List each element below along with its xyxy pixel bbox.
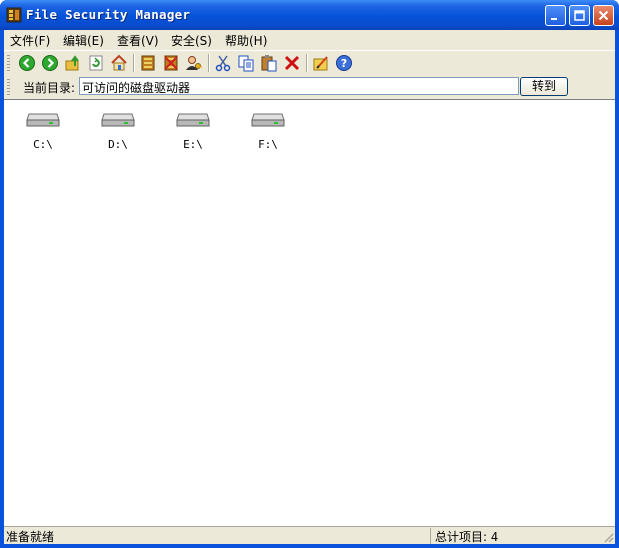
menu-security[interactable]: 安全(S): [171, 32, 212, 49]
cut-icon[interactable]: [214, 54, 232, 72]
drive-label: F:\: [258, 138, 278, 151]
minimize-icon: [551, 18, 557, 20]
forward-icon[interactable]: [41, 54, 59, 72]
drive-item[interactable]: F:\: [243, 108, 293, 158]
item-count-label: 总计项目:: [435, 530, 488, 544]
status-text: 准备就绪: [6, 530, 55, 544]
paste-icon[interactable]: [260, 54, 278, 72]
goto-button[interactable]: 转到: [520, 77, 568, 96]
drive-label: E:\: [183, 138, 203, 151]
refresh-icon[interactable]: [87, 54, 105, 72]
close-icon: [598, 10, 609, 21]
menu-help[interactable]: 帮助(H): [225, 32, 267, 49]
decrypt-icon[interactable]: [162, 54, 180, 72]
address-input[interactable]: 可访问的磁盘驱动器: [79, 77, 519, 95]
menu-view[interactable]: 查看(V): [117, 32, 159, 49]
properties-icon[interactable]: [312, 54, 330, 72]
svg-text:?: ?: [341, 57, 347, 70]
address-grip[interactable]: [7, 79, 10, 95]
hard-drive-icon: [176, 113, 210, 127]
toolbar-grip[interactable]: [7, 55, 10, 71]
drive-label: D:\: [108, 138, 128, 151]
maximize-button[interactable]: [569, 5, 590, 26]
drive-label: C:\: [33, 138, 53, 151]
user-key-icon[interactable]: [185, 54, 203, 72]
hard-drive-icon: [26, 113, 60, 127]
item-count: 总计项目: 4: [430, 528, 498, 544]
status-bar: 准备就绪 总计项目: 4: [4, 526, 615, 544]
menu-edit[interactable]: 编辑(E): [63, 32, 104, 49]
app-window: File Security Manager 文件(F) 编辑(E) 查看(V) …: [0, 0, 619, 548]
back-icon[interactable]: [18, 54, 36, 72]
address-label: 当前目录:: [23, 81, 76, 95]
hard-drive-icon: [101, 113, 135, 127]
home-icon[interactable]: [110, 54, 128, 72]
drive-list: C:\ D:\ E:\ F:\: [4, 99, 615, 526]
toolbar-separator: [133, 54, 135, 72]
toolbar: ?: [4, 50, 615, 74]
encrypt-icon[interactable]: [139, 54, 157, 72]
client-area: 文件(F) 编辑(E) 查看(V) 安全(S) 帮助(H) ? 当前目录: 可访…: [4, 30, 615, 544]
delete-icon[interactable]: [283, 54, 301, 72]
drive-item[interactable]: C:\: [18, 108, 68, 158]
close-button[interactable]: [593, 5, 614, 26]
address-bar: 当前目录: 可访问的磁盘驱动器 转到: [4, 75, 615, 99]
help-icon[interactable]: ?: [335, 54, 353, 72]
app-film-icon: [6, 7, 22, 23]
window-title: File Security Manager: [26, 7, 191, 22]
title-bar[interactable]: File Security Manager: [0, 0, 619, 30]
drive-item[interactable]: D:\: [93, 108, 143, 158]
resize-grip-icon[interactable]: [602, 531, 614, 543]
minimize-button[interactable]: [545, 5, 566, 26]
hard-drive-icon: [251, 113, 285, 127]
up-folder-icon[interactable]: [64, 54, 82, 72]
drive-item[interactable]: E:\: [168, 108, 218, 158]
copy-icon[interactable]: [237, 54, 255, 72]
maximize-icon: [574, 10, 585, 21]
menu-bar: 文件(F) 编辑(E) 查看(V) 安全(S) 帮助(H): [4, 30, 615, 49]
toolbar-separator: [208, 54, 210, 72]
item-count-value: 4: [490, 530, 499, 544]
menu-file[interactable]: 文件(F): [10, 32, 50, 49]
toolbar-separator: [306, 54, 308, 72]
